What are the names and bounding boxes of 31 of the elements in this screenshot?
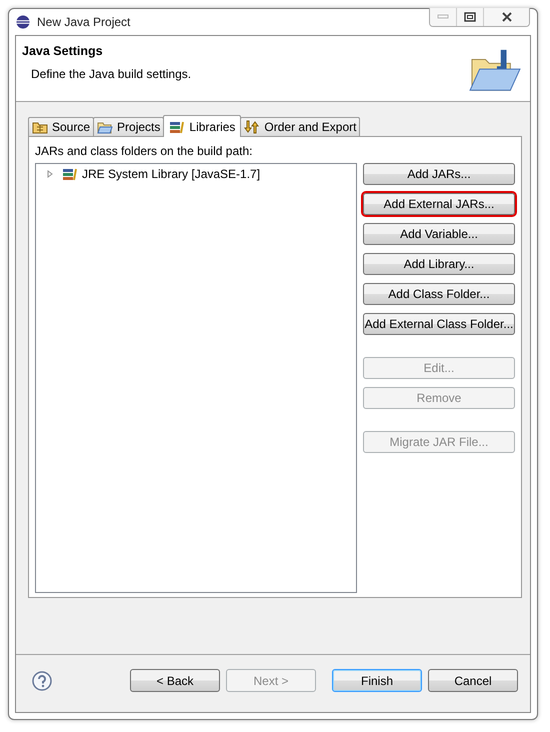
- close-button[interactable]: [484, 8, 529, 26]
- help-icon[interactable]: [32, 670, 52, 690]
- dialog-button[interactable]: Finish: [332, 669, 422, 692]
- library-icon: [62, 167, 78, 181]
- minimize-icon: [437, 14, 449, 20]
- tab[interactable]: Projects: [93, 117, 164, 136]
- page-description: Define the Java build settings.: [31, 67, 192, 81]
- action-button[interactable]: Add JARs...: [363, 163, 515, 185]
- section-label: JARs and class folders on the build path:: [35, 144, 254, 158]
- close-icon: [500, 12, 512, 22]
- maximize-button[interactable]: [457, 8, 484, 26]
- action-button[interactable]: Add External Class Folder...: [363, 313, 515, 335]
- action-button[interactable]: Add External JARs...: [363, 193, 515, 215]
- expand-arrow-icon[interactable]: [46, 170, 54, 178]
- up-down-arrows-icon: [244, 120, 260, 134]
- action-button[interactable]: Add Library...: [363, 253, 515, 275]
- action-button[interactable]: Add Class Folder...: [363, 283, 515, 305]
- window-title: New Java Project: [37, 15, 130, 29]
- source-folder-icon: [32, 120, 48, 134]
- action-button[interactable]: Add Variable...: [363, 223, 515, 245]
- tab[interactable]: Order and Export: [240, 117, 360, 136]
- library-icon: [169, 120, 186, 134]
- tab[interactable]: Libraries: [163, 115, 242, 137]
- tab[interactable]: Source: [28, 117, 94, 136]
- maximize-icon: [464, 12, 476, 22]
- dialog-button[interactable]: < Back: [130, 669, 220, 692]
- eclipse-logo-icon: [16, 15, 30, 29]
- dialog-button[interactable]: Cancel: [428, 669, 518, 692]
- folder-icon: [97, 120, 114, 134]
- tree-item[interactable]: JRE System Library [JavaSE-1.7]: [82, 167, 260, 181]
- page-title: Java Settings: [22, 44, 104, 58]
